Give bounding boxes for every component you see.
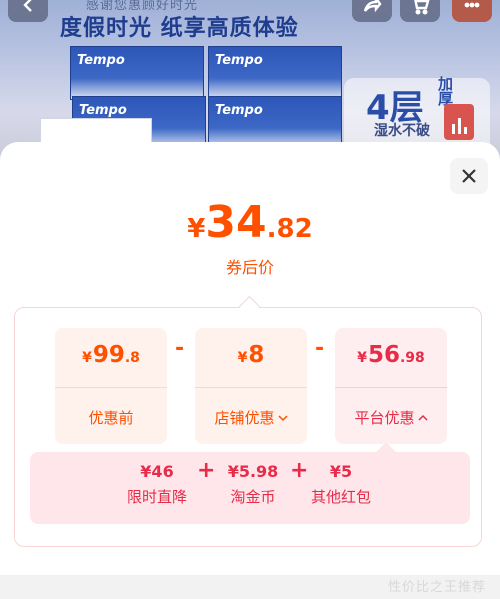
detail-label: 其他红包 [310,488,371,506]
share-icon [363,0,382,13]
banner-slogan: 度假时光 纸享高质体验 [60,16,299,41]
value-integer: 56 [367,342,400,368]
discount-panel: ¥99.8 优惠前 - ¥8 店铺优惠 - ¥56.98 平台优惠 ¥46 限时… [14,295,482,547]
detail-value: ¥46 [140,462,174,481]
panel-pointer [238,295,261,318]
platform-discount-value: ¥56.98 [335,342,447,386]
minus-sign: - [315,336,325,361]
price-label: 券后价 [225,258,274,277]
close-icon [462,169,476,183]
brand-logo: Tempo [79,103,127,118]
value-decimal: .98 [399,350,425,366]
original-price-label: 优惠前 [55,407,167,428]
platform-discount-card[interactable]: ¥56.98 平台优惠 [335,328,447,444]
original-price-value: ¥99.8 [55,342,167,386]
more-button[interactable] [452,0,492,22]
detail-item: ¥5.98 淘金币 [218,462,288,507]
currency-symbol: ¥ [237,350,248,366]
bar-chart-icon [451,118,467,134]
label-text: 优惠前 [88,409,134,427]
value-integer: 8 [248,342,265,368]
currency-symbol: ¥ [82,350,92,366]
price-breakdown-sheet: ¥34.82 券后价 ¥99.8 优惠前 - ¥8 店铺优惠 - ¥ 56 .9… [0,142,500,575]
card-divider [195,387,307,388]
footer-bar: 性价比之王推荐 [0,575,500,599]
card-divider [335,387,447,388]
value-integer: 99 [92,342,125,368]
platform-discount-label[interactable]: 平台优惠 [335,407,447,428]
chevron-left-icon [23,0,32,12]
value-decimal: .8 [124,350,140,366]
chevron-down-icon [277,414,288,421]
feature-note: 湿水不破 [374,123,430,139]
back-button[interactable] [8,0,48,22]
shop-discount-label[interactable]: 店铺优惠 [195,407,307,428]
close-button[interactable] [450,158,488,194]
brand-logo: Tempo [215,53,263,68]
product-box: Tempo [208,46,342,100]
minus-sign: - [175,336,185,361]
detail-label: 限时直降 [126,488,187,506]
brand-logo: Tempo [77,53,125,68]
detail-label: 淘金币 [230,488,276,506]
product-banner: 感谢您惠顾好时光 度假时光 纸享高质体验 Tempo Tempo Tempo T… [0,0,500,160]
cart-button[interactable] [400,0,440,22]
plus-sign: + [197,458,216,483]
brand-logo: Tempo [215,103,263,118]
label-text: 平台优惠 [354,409,415,427]
detail-value: ¥5.98 [227,462,279,481]
card-divider [55,387,167,388]
shop-discount-card[interactable]: ¥8 店铺优惠 [195,328,307,444]
detail-item: ¥5 其他红包 [306,462,376,507]
detail-value: ¥5 [329,462,353,481]
cart-icon [414,0,430,15]
chevron-up-icon [417,414,428,421]
feature-thick: 加厚 [436,76,454,106]
price-integer: 34 [205,197,267,248]
chart-button[interactable] [444,104,474,140]
label-text: 店铺优惠 [214,409,275,427]
original-price-card: ¥99.8 优惠前 [55,328,167,444]
price-decimal: .82 [266,214,313,244]
price-currency: ¥ [187,214,206,244]
final-price: ¥34.82 [0,197,500,248]
currency-symbol: ¥ [357,350,367,366]
more-icon [464,2,480,8]
share-button[interactable] [352,0,392,22]
platform-discount-detail: ¥46 限时直降 + ¥5.98 淘金币 + ¥5 其他红包 [30,452,470,524]
product-box: Tempo [70,46,204,100]
detail-item: ¥46 限时直降 [125,462,189,507]
watermark-text: 性价比之王推荐 [387,580,486,595]
shop-discount-value: ¥8 [195,342,307,386]
